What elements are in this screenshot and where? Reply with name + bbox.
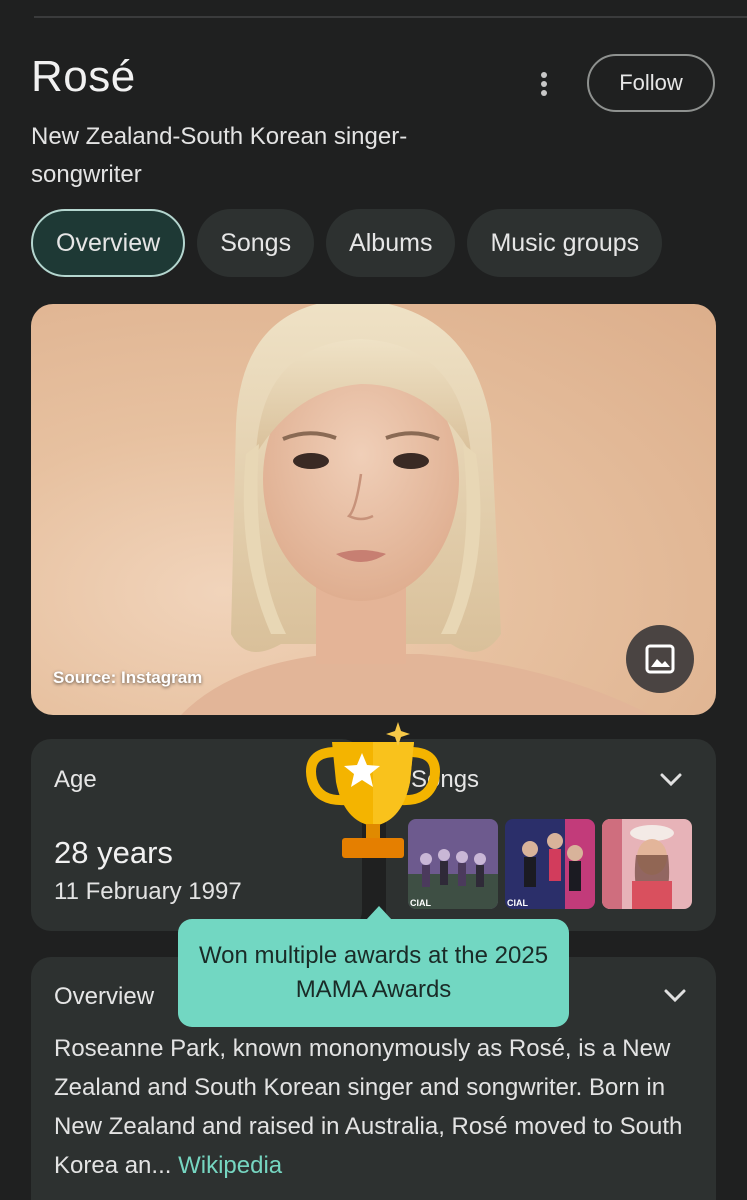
portrait-illustration — [181, 304, 651, 715]
chevron-down-icon[interactable] — [661, 981, 689, 1009]
song-thumbnail[interactable] — [602, 819, 692, 909]
tab-songs[interactable]: Songs — [197, 209, 315, 277]
follow-button[interactable]: Follow — [587, 54, 715, 112]
overview-text: Roseanne Park, known mononymously as Ros… — [54, 1029, 704, 1185]
overview-label: Overview — [54, 983, 155, 1010]
age-value: 28 years — [54, 835, 173, 870]
top-divider — [34, 16, 747, 18]
tab-music-groups[interactable]: Music groups — [467, 209, 663, 277]
tab-overview[interactable]: Overview — [31, 209, 186, 277]
wikipedia-link[interactable]: Wikipedia — [178, 1152, 282, 1179]
song-thumbnail[interactable]: CIAL — [505, 819, 595, 909]
photo-source-label: Source: Instagram — [53, 668, 203, 687]
trophy-icon — [306, 722, 440, 858]
tooltip-arrow — [366, 906, 392, 920]
tab-albums[interactable]: Albums — [326, 209, 456, 277]
tab-bar: Overview Songs Albums Music groups — [31, 209, 663, 277]
page-subtitle: New Zealand-South Korean singer-songwrit… — [31, 123, 408, 188]
award-tooltip: Won multiple awards at the 2025 MAMA Awa… — [178, 919, 569, 1027]
music-video-thumbnail — [602, 819, 692, 909]
portrait-photo[interactable]: Source: Instagram — [31, 304, 716, 715]
image-button[interactable] — [626, 625, 694, 693]
age-label: Age — [54, 766, 97, 793]
overview-body: Roseanne Park, known mononymously as Ros… — [54, 1035, 683, 1179]
more-options-icon[interactable] — [526, 66, 562, 102]
thumbnail-caption: CIAL — [507, 898, 528, 908]
song-thumbnails: CIAL CIAL — [408, 819, 692, 909]
music-video-thumbnail: CIAL — [505, 819, 595, 909]
thumbnail-caption: CIAL — [410, 898, 431, 908]
image-icon — [645, 644, 675, 674]
chevron-down-icon[interactable] — [657, 765, 685, 793]
page-title: Rosé — [31, 52, 136, 101]
birth-date: 11 February 1997 — [54, 878, 242, 905]
